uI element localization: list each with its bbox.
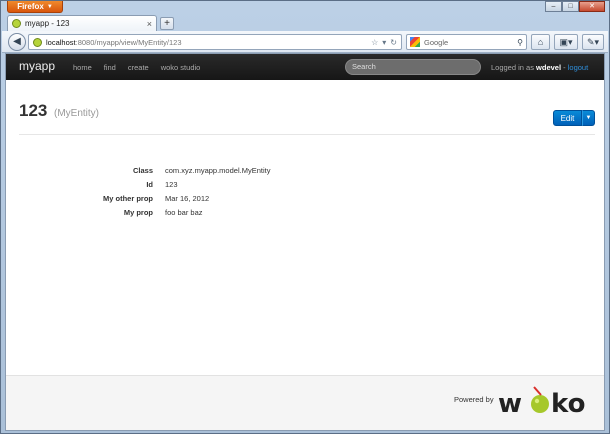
property-list: Class com.xyz.myapp.model.MyEntity Id 12… bbox=[6, 163, 604, 219]
property-key: My prop bbox=[123, 207, 153, 217]
browser-search-placeholder: Google bbox=[424, 37, 449, 47]
url-host: localhost bbox=[46, 37, 76, 47]
username: wdevel bbox=[536, 63, 562, 72]
property-value: Mar 16, 2012 bbox=[165, 193, 210, 203]
login-prefix: Logged in as bbox=[491, 63, 534, 72]
app-brand[interactable]: myapp bbox=[19, 59, 55, 73]
window-controls: – □ ✕ bbox=[545, 1, 605, 12]
caret-down-icon: ▼ bbox=[585, 115, 592, 121]
favicon-icon bbox=[12, 19, 21, 28]
property-row: Id 123 bbox=[6, 177, 604, 191]
google-engine-icon[interactable] bbox=[410, 37, 420, 47]
page-title: 123 bbox=[19, 101, 48, 120]
reload-icon[interactable]: ↻ bbox=[390, 38, 397, 47]
history-dropdown-icon[interactable]: ▾ bbox=[382, 38, 386, 47]
logo-straw bbox=[533, 386, 542, 396]
browser-search-box[interactable]: Google ⚲ bbox=[406, 34, 527, 50]
firefox-menu-button[interactable]: Firefox ▼ bbox=[7, 1, 63, 13]
logout-link[interactable]: logout bbox=[568, 63, 588, 72]
close-window-button[interactable]: ✕ bbox=[579, 1, 605, 12]
edit-dropdown-toggle[interactable]: ▼ bbox=[582, 110, 595, 126]
app-navbar: myapp home find create woko studio Searc… bbox=[6, 54, 604, 80]
page-footer: Powered by w ko woko bbox=[6, 375, 604, 430]
firefox-menu-label: Firefox bbox=[17, 2, 44, 11]
addons-button[interactable]: ✎▾ bbox=[582, 34, 604, 50]
site-identity-icon[interactable] bbox=[33, 37, 42, 47]
home-button[interactable]: ⌂ bbox=[531, 34, 550, 50]
woko-logo[interactable]: w ko woko bbox=[496, 384, 594, 418]
property-key: Class bbox=[132, 165, 153, 175]
maximize-button[interactable]: □ bbox=[562, 1, 579, 12]
downloads-button[interactable]: ▣▾ bbox=[554, 34, 578, 50]
logo-w: w bbox=[498, 389, 522, 418]
logout-separator: - bbox=[563, 63, 566, 72]
nav-links: home find create woko studio bbox=[73, 63, 200, 72]
powered-by-label: Powered by bbox=[454, 395, 494, 404]
property-value: 123 bbox=[165, 179, 178, 189]
edit-button-group: Edit ▼ bbox=[553, 110, 595, 126]
property-key: My other prop bbox=[103, 193, 153, 203]
tab-strip: myapp - 123 × + bbox=[1, 14, 609, 31]
browser-tab[interactable]: myapp - 123 × bbox=[7, 15, 157, 31]
nav-home[interactable]: home bbox=[73, 63, 92, 72]
chevron-down-icon: ▼ bbox=[46, 3, 53, 10]
navigation-toolbar: ◀ localhost :8080/myapp/view/MyEntity/12… bbox=[2, 31, 608, 53]
app-search-input[interactable]: Search bbox=[345, 59, 481, 75]
browser-window: Firefox ▼ – □ ✕ myapp - 123 × + ◀ localh… bbox=[0, 0, 610, 434]
nav-woko-studio[interactable]: woko studio bbox=[161, 63, 201, 72]
property-row: My prop foo bar baz bbox=[6, 205, 604, 219]
property-key: Id bbox=[146, 179, 153, 189]
close-tab-icon[interactable]: × bbox=[147, 19, 152, 29]
page-viewport: myapp home find create woko studio Searc… bbox=[5, 53, 605, 431]
search-icon[interactable]: ⚲ bbox=[517, 38, 523, 47]
bookmark-star-icon[interactable]: ☆ bbox=[371, 38, 378, 47]
page-header: 123 (MyEntity) Edit ▼ bbox=[19, 99, 595, 135]
back-button[interactable]: ◀ bbox=[8, 33, 26, 51]
url-path: :8080/myapp/view/MyEntity/123 bbox=[75, 37, 182, 47]
nav-find[interactable]: find bbox=[104, 63, 116, 72]
property-row: My other prop Mar 16, 2012 bbox=[6, 191, 604, 205]
url-tools: ☆ ▾ ↻ bbox=[371, 38, 401, 47]
title-bar: Firefox ▼ – □ ✕ bbox=[1, 1, 609, 14]
minimize-button[interactable]: – bbox=[545, 1, 562, 12]
address-bar[interactable]: localhost :8080/myapp/view/MyEntity/123 … bbox=[28, 34, 402, 50]
entity-type-label: (MyEntity) bbox=[54, 108, 99, 119]
edit-button[interactable]: Edit bbox=[553, 110, 582, 126]
property-row: Class com.xyz.myapp.model.MyEntity bbox=[6, 163, 604, 177]
logo-ko: ko bbox=[551, 389, 585, 418]
new-tab-button[interactable]: + bbox=[160, 17, 174, 30]
property-value: foo bar baz bbox=[165, 207, 203, 217]
tab-title: myapp - 123 bbox=[25, 19, 70, 28]
logo-highlight bbox=[534, 398, 540, 404]
login-status: Logged in as wdevel - logout bbox=[491, 63, 588, 72]
property-value: com.xyz.myapp.model.MyEntity bbox=[165, 165, 271, 175]
nav-create[interactable]: create bbox=[128, 63, 149, 72]
logo-o-lime bbox=[531, 395, 549, 413]
